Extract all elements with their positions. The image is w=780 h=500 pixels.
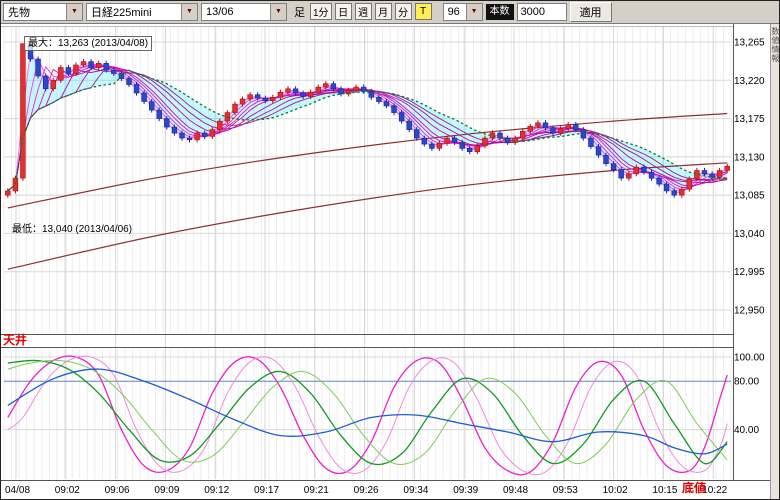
period-1min-button[interactable]: 1分 xyxy=(310,3,332,20)
contract-month-value: 13/06 xyxy=(202,4,270,20)
price-axis-label: 13,265 xyxy=(734,38,765,49)
time-axis-label: 09:09 xyxy=(154,485,179,496)
side-strip-label: 数値情報 xyxy=(770,27,780,500)
toolbar: 先物 ▼ 日経225mini ▼ 13/06 ▼ 足 1分 日 週 月 分 T … xyxy=(0,0,780,24)
time-axis-label: 09:02 xyxy=(55,485,80,496)
time-axis-label: 09:26 xyxy=(354,485,379,496)
side-info-strip[interactable]: 数値情報 xyxy=(770,24,780,500)
market-select[interactable]: 先物 ▼ xyxy=(3,3,83,21)
chevron-down-icon[interactable]: ▼ xyxy=(181,4,197,20)
time-axis-label: 10:15 xyxy=(652,485,677,496)
time-axis-label: 09:12 xyxy=(204,485,229,496)
period-month-button[interactable]: 月 xyxy=(375,3,392,20)
time-axis-label: 09:53 xyxy=(553,485,578,496)
count-label: 本数 xyxy=(486,4,514,20)
bar-type-label: 足 xyxy=(294,4,305,20)
chevron-down-icon[interactable]: ▼ xyxy=(66,4,82,20)
instrument-select[interactable]: 日経225mini ▼ xyxy=(86,3,198,21)
chart-window: 13,265 13,220 13,175 13,130 13,085 13,040 12,9… xyxy=(0,0,780,500)
oscillator-axis-label: 40.00 xyxy=(734,425,759,436)
instrument-select-value: 日経225mini xyxy=(87,4,181,20)
time-axis-label: 09:06 xyxy=(105,485,130,496)
price-axis-label: 12,950 xyxy=(734,306,765,317)
contract-month-select[interactable]: 13/06 ▼ xyxy=(201,3,287,21)
time-axis-label: 09:39 xyxy=(453,485,478,496)
price-axis-label: 13,040 xyxy=(734,229,765,240)
price-axis-label: 13,130 xyxy=(734,152,765,163)
price-axis-label: 13,085 xyxy=(734,191,765,202)
time-axis-label: 09:21 xyxy=(304,485,329,496)
min-price-annotation: 最低：13,040 (2013/04/06) xyxy=(12,220,132,235)
market-select-value: 先物 xyxy=(4,4,66,20)
osc-axis-labels: 100.00 80.00 40.00 xyxy=(734,353,765,437)
tick-button[interactable]: T xyxy=(415,3,432,20)
bar-count-select[interactable]: 96 ▼ xyxy=(443,3,483,21)
price-axis-label: 12,995 xyxy=(734,267,765,278)
apply-button[interactable]: 適用 xyxy=(570,2,612,22)
chevron-down-icon[interactable]: ▼ xyxy=(466,4,482,20)
time-axis-label: 09:34 xyxy=(403,485,428,496)
ceiling-label: 天井 xyxy=(3,334,27,347)
period-week-button[interactable]: 週 xyxy=(355,3,372,20)
time-axis-label: 10:22 xyxy=(702,485,727,496)
chart-canvas[interactable]: 13,265 13,220 13,175 13,130 13,085 13,040 12,9… xyxy=(0,0,780,500)
price-axis-label: 13,175 xyxy=(734,114,765,125)
oscillator-axis-label: 100.00 xyxy=(734,353,765,364)
price-axis-label: 13,220 xyxy=(734,76,765,87)
time-axis-label: 10:02 xyxy=(603,485,628,496)
time-axis-label: 04/08 xyxy=(5,485,30,496)
chevron-down-icon[interactable]: ▼ xyxy=(270,4,286,20)
period-minute-button[interactable]: 分 xyxy=(395,3,412,20)
max-price-annotation: 最大：13,263 (2013/04/08) xyxy=(24,36,152,51)
bottom-price-label: 底値 xyxy=(682,482,706,495)
bar-count-value: 96 xyxy=(444,4,466,20)
time-axis-label: 09:48 xyxy=(503,485,528,496)
time-axis-label: 09:17 xyxy=(254,485,279,496)
count-input[interactable] xyxy=(517,3,567,21)
oscillator-axis-label: 80.00 xyxy=(734,377,759,388)
period-day-button[interactable]: 日 xyxy=(335,3,352,20)
